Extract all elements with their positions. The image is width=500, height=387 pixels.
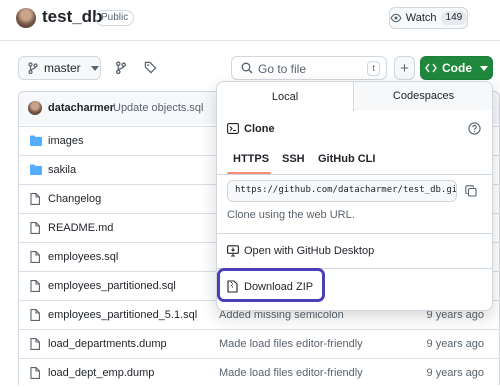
watch-count: 149 — [440, 11, 468, 25]
tab-github-cli[interactable]: GitHub CLI — [318, 153, 375, 165]
file-name[interactable]: employees_partitioned_5.1.sql — [48, 309, 197, 321]
file-icon — [30, 222, 40, 234]
search-placeholder: Go to file — [258, 62, 307, 76]
branches-icon[interactable] — [115, 61, 127, 74]
code-label: Code — [442, 61, 472, 75]
terminal-icon — [227, 123, 239, 134]
file-name[interactable]: load_dept_emp.dump — [48, 367, 154, 379]
help-icon[interactable] — [468, 122, 481, 135]
tab-codespaces-label: Codespaces — [392, 90, 455, 102]
file-icon — [30, 309, 40, 321]
caret-down-icon — [90, 65, 99, 71]
desktop-download-icon — [227, 245, 239, 257]
repo-avatar[interactable] — [16, 8, 36, 28]
visibility-badge: Public — [95, 10, 135, 26]
branch-selector[interactable]: master — [18, 56, 101, 80]
code-icon — [425, 63, 437, 73]
repo-name[interactable]: test_db — [42, 7, 102, 27]
file-commit-time: 9 years ago — [426, 338, 484, 350]
open-desktop-label: Open with GitHub Desktop — [244, 245, 375, 257]
folder-icon — [30, 164, 42, 175]
folder-icon — [30, 135, 42, 146]
eye-icon — [390, 12, 402, 24]
add-file-button[interactable]: + — [394, 56, 415, 80]
header-divider — [0, 40, 500, 41]
commit-author[interactable]: datacharmer — [48, 102, 114, 114]
add-file-label: + — [400, 59, 409, 77]
file-icon — [30, 367, 40, 379]
clone-url-input[interactable]: https://github.com/datacharmer/test_db.g… — [227, 180, 457, 202]
commit-message[interactable]: Update objects.sql — [113, 102, 204, 114]
branch-icon — [28, 62, 38, 74]
tab-ssh[interactable]: SSH — [282, 153, 305, 165]
file-commit-message[interactable]: Made load files editor-friendly — [219, 338, 363, 350]
tab-local-label: Local — [271, 90, 299, 103]
file-name[interactable]: employees_partitioned.sql — [48, 280, 176, 292]
code-button[interactable]: Code — [420, 56, 493, 80]
file-icon — [30, 338, 40, 350]
open-desktop-item[interactable]: Open with GitHub Desktop — [217, 234, 492, 268]
clone-hint: Clone using the web URL. — [227, 209, 355, 221]
file-name[interactable]: sakila — [48, 164, 76, 176]
file-commit-message[interactable]: Made load files editor-friendly — [219, 367, 363, 379]
file-icon — [30, 280, 40, 292]
clone-url-text: https://github.com/datacharmer/test_db.g… — [235, 185, 457, 195]
watch-button[interactable]: Watch 149 — [389, 7, 468, 29]
file-row[interactable]: load_departments.dump Made load files edi… — [18, 329, 500, 358]
file-row[interactable]: load_dept_emp.dump Made load files editor… — [18, 358, 500, 387]
go-to-file-search[interactable]: Go to file t — [231, 56, 387, 80]
copy-icon[interactable] — [465, 185, 477, 197]
search-shortcut-key: t — [367, 61, 380, 76]
caret-down-icon — [480, 65, 488, 71]
file-name[interactable]: images — [48, 135, 83, 147]
file-name[interactable]: employees.sql — [48, 251, 118, 263]
tab-codespaces[interactable]: Codespaces — [355, 82, 492, 110]
tab-https[interactable]: HTTPS — [233, 153, 269, 165]
file-name[interactable]: README.md — [48, 222, 113, 234]
file-name[interactable]: load_departments.dump — [48, 338, 167, 350]
file-icon — [30, 251, 40, 263]
tag-icon[interactable] — [144, 61, 157, 74]
branch-name: master — [44, 61, 81, 75]
clone-title: Clone — [244, 123, 275, 135]
download-zip-highlight — [217, 268, 325, 302]
commit-author-avatar[interactable] — [28, 101, 42, 115]
protocol-tabs-divider — [217, 174, 492, 175]
tab-local[interactable]: Local — [217, 82, 354, 111]
watch-label: Watch — [405, 12, 437, 24]
search-icon — [241, 62, 253, 74]
file-icon — [30, 193, 40, 205]
file-name[interactable]: Changelog — [48, 193, 101, 205]
file-commit-time: 9 years ago — [426, 367, 484, 379]
